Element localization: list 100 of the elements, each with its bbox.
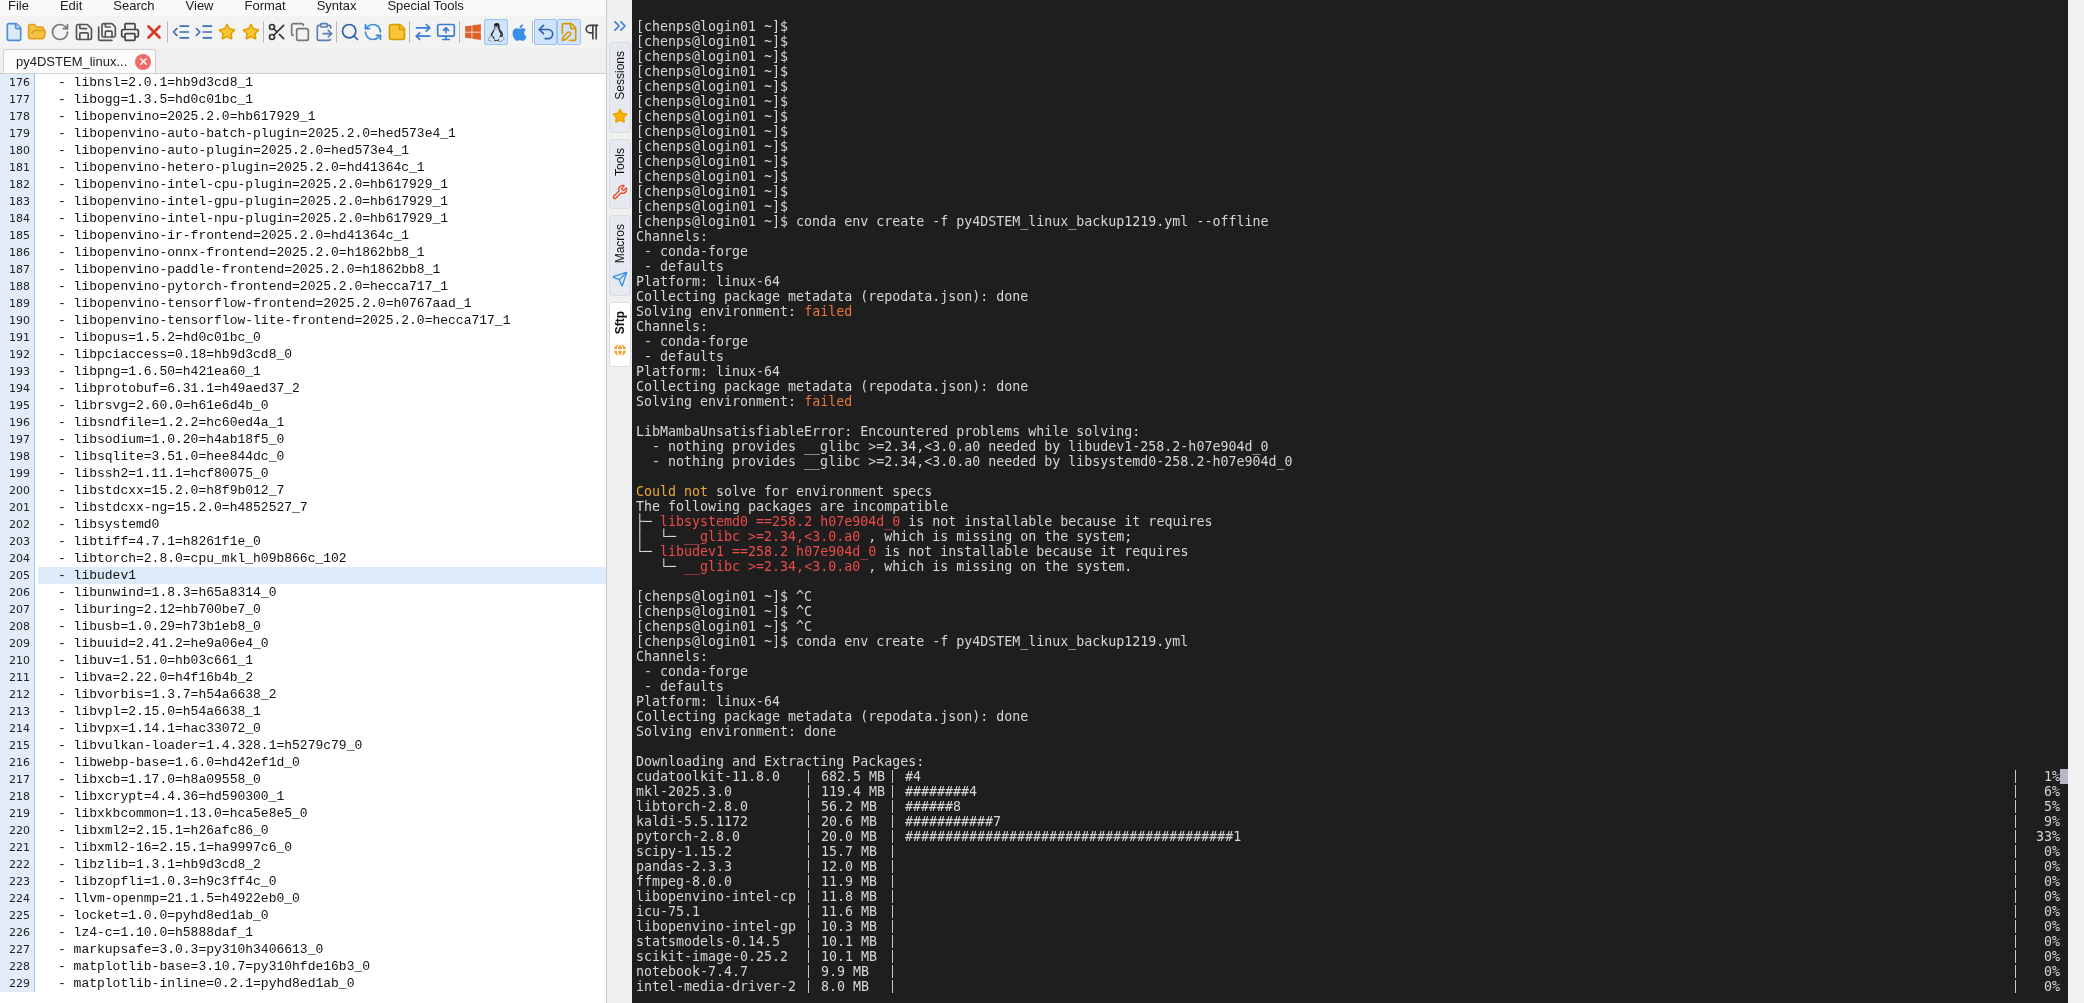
- line-number: 185: [0, 227, 35, 244]
- menu-item[interactable]: Format: [236, 0, 295, 12]
- close-icon[interactable]: [135, 53, 152, 70]
- percent-text: 0%: [2043, 979, 2060, 994]
- percent-text: 0%: [2043, 919, 2060, 934]
- line-number: 177: [0, 91, 35, 108]
- terminal-line: [chenps@login01 ~]$: [636, 154, 790, 169]
- line-number: 180: [0, 142, 35, 159]
- code-line: - libstdcxx=15.2.0=h8f9b012_7: [57, 482, 286, 499]
- terminal-line: [chenps@login01 ~]$: [636, 109, 790, 124]
- package-name: scipy-1.15.2: [636, 844, 734, 859]
- line-number: 178: [0, 108, 35, 125]
- line-number: 190: [0, 312, 35, 329]
- code-line: - libopenvino-tensorflow-frontend=2025.2.0=h0767aad_1: [57, 295, 473, 312]
- file-tab[interactable]: py4DSTEM_linux...: [3, 49, 157, 73]
- progress-hashes: ######8: [905, 799, 962, 814]
- terminal-line: - nothing provides __glibc >=2.34,<3.0.a0 needed by libudev1-258.2-h07e904d_0: [651, 439, 1269, 454]
- code-line: - libxcb=1.17.0=h8a09558_0: [57, 771, 262, 788]
- percent-text: 1%: [2043, 769, 2060, 784]
- terminal-line: - conda-forge: [643, 334, 750, 349]
- code-line: - matplotlib-base=3.10.7=py310hfde16b3_0: [57, 958, 372, 975]
- code-line: - liburing=2.12=hb700be7_0: [57, 601, 262, 618]
- terminal-line: - nothing provides __glibc >=2.34,<3.0.a0 needed by libsystemd0-258.2-h07e904d_0: [651, 454, 1294, 469]
- package-name: kaldi-5.5.1172: [636, 814, 750, 829]
- line-number: 204: [0, 550, 35, 567]
- progress-hashes: ###########7: [905, 814, 1002, 829]
- percent-text: 0%: [2043, 874, 2060, 889]
- menu-item[interactable]: Syntax: [308, 0, 366, 12]
- undo-button[interactable]: [534, 19, 558, 45]
- side-tab[interactable]: Tools: [608, 138, 631, 209]
- package-name: pandas-2.3.3: [636, 859, 734, 874]
- terminal-line: [chenps@login01 ~]$: [636, 139, 790, 154]
- line-number: 217: [0, 771, 35, 788]
- tab-title: py4DSTEM_linux...: [16, 54, 128, 69]
- terminal-line: [chenps@login01 ~]$ ^C: [636, 604, 814, 619]
- penguin-button[interactable]: [484, 19, 508, 45]
- code-line: - libvulkan-loader=1.4.328.1=h5279c79_0: [57, 737, 364, 754]
- terminal-line: Could not solve for environment specs: [636, 484, 934, 499]
- terminal-line: Solving environment: done: [636, 724, 838, 739]
- line-number: 203: [0, 533, 35, 550]
- terminal-line: ├─ libsystemd0 ==258.2 h07e904d_0 is not installable because it requires: [636, 514, 1214, 529]
- package-name: pytorch-2.8.0: [636, 829, 742, 844]
- percent-text: 5%: [2043, 799, 2060, 814]
- terminal-line: Channels:: [636, 319, 710, 334]
- terminal-line: Solving environment: failed: [636, 304, 854, 319]
- code-line: - libopenvino-onnx-frontend=2025.2.0=h1862bb8_1: [57, 244, 426, 261]
- line-number: 223: [0, 873, 35, 890]
- package-size: 119.4 MB: [821, 784, 887, 799]
- line-number: 221: [0, 839, 35, 856]
- package-size: 11.9 MB: [821, 874, 879, 889]
- package-name: statsmodels-0.14.5: [636, 934, 782, 949]
- line-number: 184: [0, 210, 35, 227]
- menu-item[interactable]: Special Tools: [379, 0, 473, 12]
- menu-item[interactable]: Edit: [51, 0, 92, 12]
- progress-hashes: #4: [905, 769, 921, 784]
- code-line: - libva=2.22.0=h4f16b4b_2: [57, 669, 255, 686]
- line-number: 195: [0, 397, 35, 414]
- line-number: 192: [0, 346, 35, 363]
- code-line: - libvpl=2.15.0=h54a6638_1: [57, 703, 262, 720]
- line-number: 226: [0, 924, 35, 941]
- menu-item[interactable]: File: [0, 0, 38, 12]
- terminal-line: - conda-forge: [643, 664, 750, 679]
- side-tab[interactable]: Sessions: [608, 42, 631, 133]
- menu-item[interactable]: View: [177, 0, 223, 12]
- percent-text: 9%: [2043, 814, 2060, 829]
- code-line: - matplotlib-inline=0.2.1=pyhd8ed1ab_0: [57, 975, 356, 992]
- package-name: scikit-image-0.25.2: [636, 949, 790, 964]
- package-name: libtorch-2.8.0: [636, 799, 750, 814]
- line-number: 213: [0, 703, 35, 720]
- edit-icon: [559, 22, 580, 42]
- menu-item[interactable]: Search: [105, 0, 164, 12]
- code-line: - libwebp-base=1.6.0=hd42ef1d_0: [57, 754, 301, 771]
- line-number: 222: [0, 856, 35, 873]
- package-name: icu-75.1: [636, 904, 702, 919]
- note-icon: [386, 22, 407, 42]
- code-line: - libsqlite=3.51.0=hee844dc_0: [57, 448, 286, 465]
- line-number: 214: [0, 720, 35, 737]
- folder-icon: [27, 22, 47, 42]
- line-number: 179: [0, 125, 35, 142]
- code-line: - libvpx=1.14.1=hac33072_0: [57, 720, 262, 737]
- undo-icon: [535, 22, 556, 42]
- code-line: - libuv=1.51.0=hb03c661_1: [57, 652, 255, 669]
- line-number: 201: [0, 499, 35, 516]
- line-number: 227: [0, 941, 35, 958]
- package-size: 10.1 MB: [821, 934, 879, 949]
- package-name: cudatoolkit-11.8.0: [636, 769, 782, 784]
- terminal-line: Collecting package metadata (repodata.json): done: [636, 709, 1030, 724]
- side-tab[interactable]: Sftp: [608, 302, 631, 368]
- percent-text: 0%: [2043, 934, 2060, 949]
- line-number: 186: [0, 244, 35, 261]
- side-tab[interactable]: Macros: [608, 214, 631, 297]
- code-line: - libopenvino-auto-batch-plugin=2025.2.0=hed573e4_1: [57, 125, 457, 142]
- package-name: intel-media-driver-2: [636, 979, 798, 994]
- code-line: - libstdcxx-ng=15.2.0=h4852527_7: [57, 499, 309, 516]
- percent-text: 0%: [2043, 964, 2060, 979]
- package-size: 10.1 MB: [821, 949, 879, 964]
- code-line: - libunwind=1.8.3=h65a8314_0: [57, 584, 278, 601]
- terminal-line: [chenps@login01 ~]$ ^C: [636, 589, 814, 604]
- replace-icon: [363, 22, 384, 42]
- code-line: - libopenvino-hetero-plugin=2025.2.0=hd41364c_1: [57, 159, 426, 176]
